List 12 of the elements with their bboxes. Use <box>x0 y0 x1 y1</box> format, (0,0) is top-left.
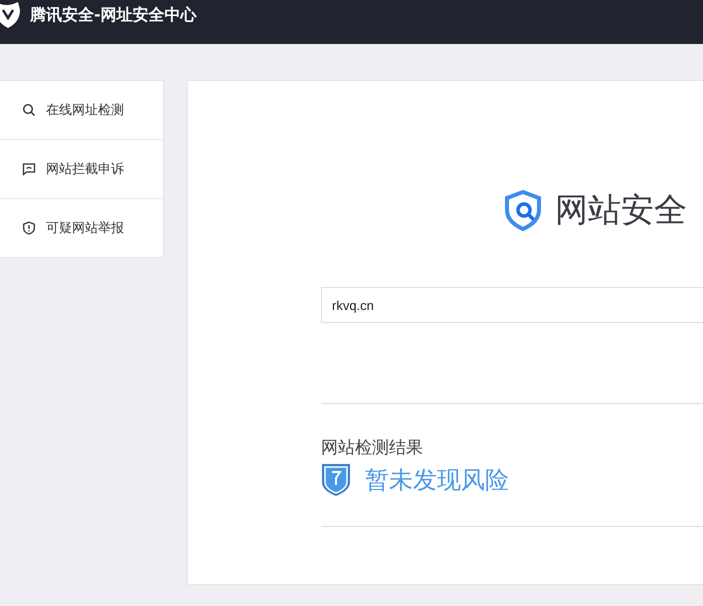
site-title: 腾讯安全-网址安全中心 <box>30 4 197 26</box>
sidebar-item[interactable]: 可疑网站举报 <box>0 199 163 257</box>
page-title: 网站安全 <box>555 188 687 230</box>
chat-icon <box>22 162 36 176</box>
result-label: 网站检测结果 <box>321 437 424 459</box>
shield-icon <box>321 463 351 497</box>
url-input-field[interactable]: rkvq.cn <box>321 287 703 323</box>
result-status: 暂未发现风险 <box>365 465 509 496</box>
search-icon <box>22 103 36 117</box>
sidebar-item[interactable]: 网站拦截申诉 <box>0 140 163 199</box>
sidebar-item[interactable]: 在线网址检测 <box>0 81 163 140</box>
shield-icon <box>22 221 36 235</box>
